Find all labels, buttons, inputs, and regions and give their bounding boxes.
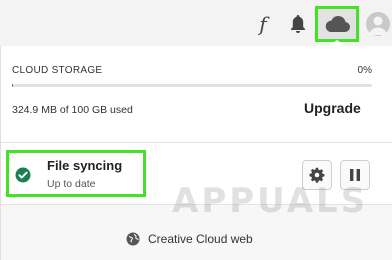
- cloud-icon: [325, 15, 350, 32]
- cloud-button[interactable]: [315, 6, 359, 42]
- check-circle-icon: [15, 167, 31, 183]
- upgrade-button[interactable]: Upgrade: [304, 100, 361, 116]
- cloud-panel: CLOUD STORAGE 0% 324.9 MB of 100 GB used…: [0, 46, 392, 260]
- sync-title: File syncing: [47, 158, 123, 173]
- file-syncing-status: File syncing Up to date: [6, 150, 146, 197]
- storage-progress-bar: [12, 84, 372, 87]
- bell-icon[interactable]: [289, 14, 307, 34]
- user-icon: [369, 16, 387, 35]
- sync-status: Up to date: [47, 178, 96, 190]
- watermark: APPUALS: [172, 177, 382, 227]
- avatar[interactable]: [366, 12, 390, 36]
- globe-icon: [126, 232, 140, 246]
- divider: [1, 142, 392, 143]
- top-bar: f: [0, 0, 392, 47]
- storage-progress-fill: [12, 84, 14, 87]
- storage-percent: 0%: [357, 65, 372, 76]
- storage-usage-text: 324.9 MB of 100 GB used: [12, 104, 133, 116]
- watermark-text: APPUALS: [172, 181, 369, 221]
- creative-cloud-web-link[interactable]: Creative Cloud web: [148, 232, 253, 246]
- storage-title: CLOUD STORAGE: [12, 65, 103, 76]
- fonts-icon[interactable]: f: [256, 12, 270, 36]
